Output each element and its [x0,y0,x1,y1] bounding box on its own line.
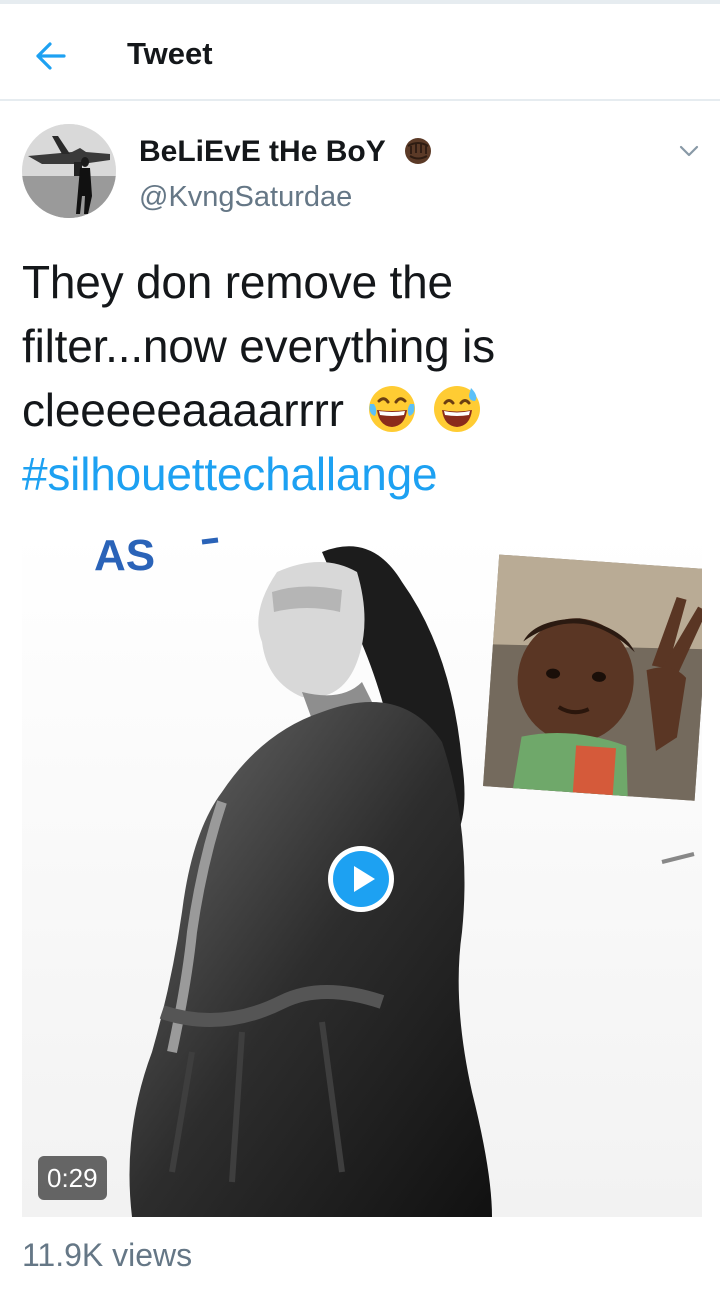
face-with-tears-of-joy-emoji [369,386,416,432]
video-overlay-text: AS [94,532,155,580]
top-bar: Tweet [0,4,720,101]
play-button[interactable] [325,843,397,915]
tweet-author[interactable]: BeLiEvE tHe BoY @KvngSaturdae [22,124,642,220]
tweet-options-button[interactable] [676,138,702,164]
avatar-photo [22,124,116,218]
grinning-face-with-sweat-emoji [433,386,480,432]
tweet-line: cleeeeeaaaarrrr [22,384,344,436]
video-duration-badge: 0:29 [38,1156,107,1200]
arrow-left-icon [36,42,66,70]
play-icon [328,846,394,912]
view-count: 11.9K views [22,1237,193,1273]
avatar[interactable] [22,124,116,218]
display-name-text: BeLiEvE tHe BoY [139,135,386,168]
hashtag-link[interactable]: #silhouettechallange [22,442,702,506]
user-handle[interactable]: @KvngSaturdae [139,181,352,214]
video-player[interactable]: AS 0:29 [22,532,702,1217]
back-button[interactable] [24,30,76,82]
page-title: Tweet [127,36,213,71]
tweet-line-with-emojis: cleeeeeaaaarrrr [22,378,702,442]
tweet-line: filter...now everything is [22,320,495,372]
display-name[interactable]: BeLiEvE tHe BoY [139,134,434,169]
chevron-down-icon [679,145,699,157]
tweet-line: They don remove the [22,256,453,308]
tweet-text: They don remove the filter...now everyth… [22,250,702,506]
raised-fist-emoji [404,138,431,164]
